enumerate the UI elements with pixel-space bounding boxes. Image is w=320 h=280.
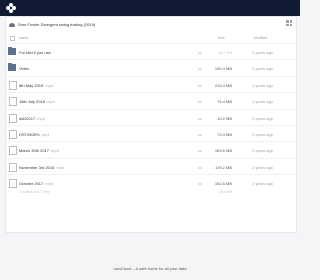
select-all-checkbox[interactable] bbox=[10, 36, 15, 41]
file-size: 162.5 MB bbox=[214, 181, 232, 187]
modified-date: 2 years ago bbox=[252, 164, 273, 170]
more-actions-icon[interactable]: ••• bbox=[198, 99, 202, 104]
summary-row: 2 folders and 7 files 1014 MB bbox=[6, 187, 296, 197]
file-name[interactable]: November 3rd 2016.mp4 bbox=[19, 165, 64, 170]
table-row[interactable]: DST0505%.mp4 ••• 73.4 MB 2 years ago bbox=[6, 124, 296, 141]
name-column-header[interactable]: Name bbox=[19, 36, 28, 40]
table-row[interactable]: 18th July 2016.mp4 ••• 74.4 MB 2 years ago bbox=[6, 92, 296, 108]
more-actions-icon[interactable]: ••• bbox=[198, 165, 202, 170]
more-actions-icon[interactable]: ••• bbox=[198, 181, 202, 186]
file-list-card: Sree Fowler Divergent swing trading (201… bbox=[5, 16, 297, 233]
file-name[interactable]: March 30th 2017.mp4 bbox=[19, 148, 59, 153]
more-actions-icon[interactable]: ••• bbox=[198, 132, 202, 137]
file-extension: .mp4 bbox=[50, 148, 59, 154]
cloud-icon[interactable] bbox=[9, 22, 15, 27]
modified-date: 2 years ago bbox=[252, 115, 273, 121]
file-extension: .mp4 bbox=[44, 181, 54, 187]
more-actions-icon[interactable]: ••• bbox=[198, 66, 202, 71]
breadcrumb-title[interactable]: Sree Fowler Divergent swing trading (201… bbox=[18, 22, 95, 27]
more-actions-icon[interactable]: ••• bbox=[198, 148, 202, 153]
more-actions-icon[interactable]: ••• bbox=[198, 116, 202, 121]
modified-date: 2 years ago bbox=[252, 66, 273, 72]
modified-date: 2 years ago bbox=[252, 50, 273, 55]
modified-date: 2 years ago bbox=[252, 99, 273, 105]
file-extension: .mp4 bbox=[40, 131, 50, 137]
modified-column-header[interactable]: Modified bbox=[254, 36, 267, 40]
file-name[interactable]: For Mid if you use bbox=[19, 50, 52, 55]
file-icon[interactable] bbox=[9, 162, 17, 172]
file-extension: .mp4 bbox=[36, 115, 46, 121]
table-row[interactable]: November 3rd 2016.mp4 ••• 119.2 MB 2 years … bbox=[6, 157, 296, 174]
owncloud-logo-icon[interactable] bbox=[6, 3, 16, 13]
folder-icon[interactable] bbox=[8, 47, 16, 55]
footer-text: ownCloud – A safe home for all your data bbox=[113, 266, 187, 271]
modified-date: 2 years ago bbox=[252, 82, 273, 88]
table-row[interactable]: For Mid if you use ••• 647 KB 2 years ago bbox=[6, 43, 296, 59]
grid-view-icon[interactable] bbox=[286, 20, 292, 26]
file-icon[interactable] bbox=[9, 146, 17, 156]
top-bar bbox=[0, 0, 300, 16]
file-rows: For Mid if you use ••• 647 KB 2 years ago Vi… bbox=[6, 43, 296, 191]
file-extension: .mp4 bbox=[55, 164, 65, 170]
table-row[interactable]: dst20117.mp4 ••• 10.2 MB 2 years ago bbox=[6, 108, 296, 125]
breadcrumb: Sree Fowler Divergent swing trading (201… bbox=[9, 20, 95, 29]
table-row[interactable]: March 30th 2017.mp4 ••• 169.6 MB 2 years ag… bbox=[6, 141, 296, 157]
file-size: 74.4 MB bbox=[217, 99, 232, 105]
size-column-header[interactable]: Size bbox=[218, 36, 225, 40]
file-icon[interactable] bbox=[9, 113, 17, 123]
file-name[interactable]: October 2017.mp4 bbox=[19, 181, 53, 186]
file-size: 73.4 MB bbox=[217, 131, 232, 137]
file-size: 10.2 MB bbox=[217, 115, 232, 121]
file-icon[interactable] bbox=[9, 97, 17, 107]
more-actions-icon[interactable]: ••• bbox=[198, 83, 202, 88]
modified-date: 2 years ago bbox=[252, 131, 273, 137]
file-icon[interactable] bbox=[9, 80, 17, 90]
file-size: 119.2 MB bbox=[215, 164, 232, 170]
file-icon[interactable] bbox=[9, 129, 17, 139]
file-extension: .mp4 bbox=[44, 82, 54, 88]
summary-label: 2 folders and 7 files bbox=[19, 190, 50, 194]
file-extension: .mp4 bbox=[46, 99, 55, 105]
modified-date: 2 years ago bbox=[252, 181, 273, 187]
modified-date: 2 years ago bbox=[252, 148, 273, 154]
file-size: 647 KB bbox=[218, 50, 232, 55]
more-actions-icon[interactable]: ••• bbox=[198, 50, 202, 55]
file-name[interactable]: DST0505%.mp4 bbox=[19, 132, 49, 137]
table-row[interactable]: Video ••• 190.4 MB 2 years ago bbox=[6, 59, 296, 75]
table-header: Name Size Modified bbox=[6, 33, 296, 43]
file-size: 190.4 MB bbox=[214, 66, 232, 72]
folder-icon[interactable] bbox=[8, 63, 16, 72]
summary-size: 1014 MB bbox=[217, 190, 232, 194]
file-name[interactable]: dst20117.mp4 bbox=[19, 116, 45, 121]
file-name[interactable]: 18th July 2016.mp4 bbox=[19, 99, 55, 104]
file-size: 169.6 MB bbox=[214, 148, 232, 154]
file-size: 215.4 MB bbox=[214, 82, 232, 88]
file-name[interactable]: Video bbox=[19, 66, 30, 71]
file-name[interactable]: 8th May 2019.mp4 bbox=[19, 83, 53, 88]
table-row[interactable]: 8th May 2019.mp4 ••• 215.4 MB 2 years ago bbox=[6, 75, 296, 92]
